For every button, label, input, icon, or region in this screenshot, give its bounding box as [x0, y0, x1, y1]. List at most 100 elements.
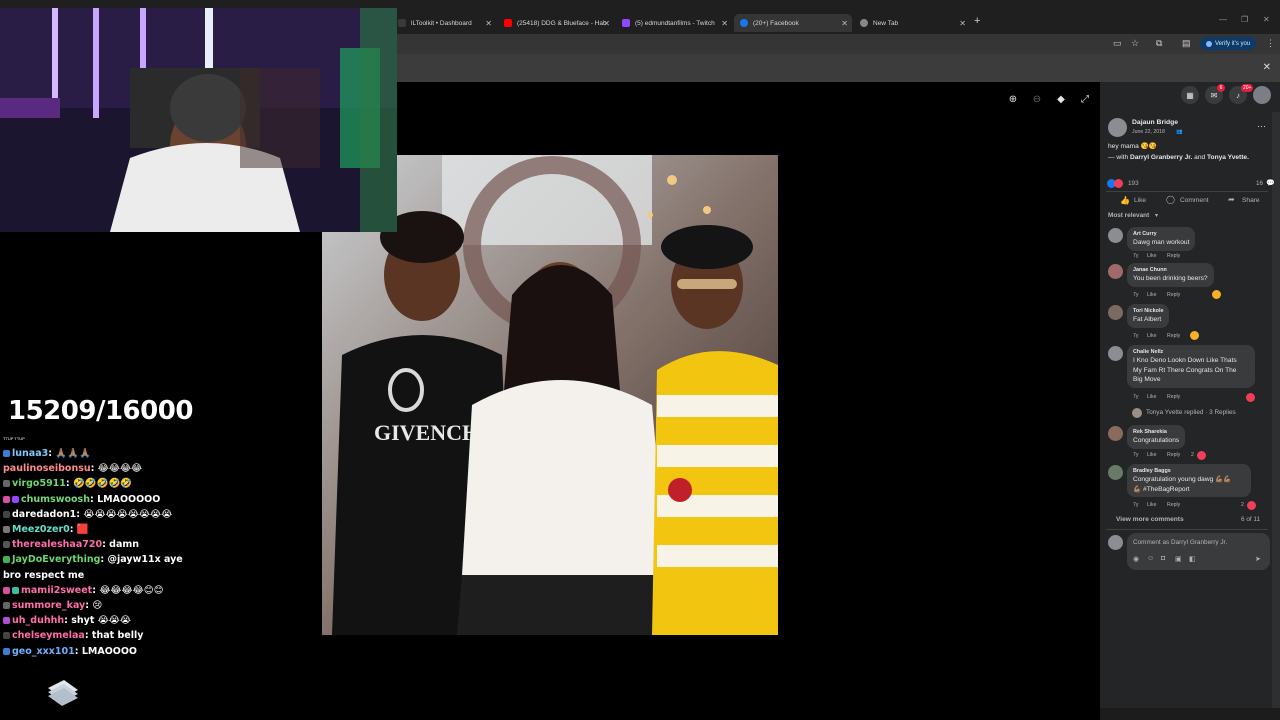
comment-bubble: Rek Sharekia Congratulations: [1127, 425, 1186, 449]
comment-age: 7y: [1133, 452, 1139, 458]
commenter-avatar[interactable]: [1108, 426, 1123, 441]
comment-reply[interactable]: Reply: [1167, 253, 1180, 259]
tab-twitch[interactable]: (5) edmundtanfilms - Twitch ✕: [616, 14, 732, 32]
extensions-icon[interactable]: ⧉: [1156, 38, 1162, 49]
tab-ltoolkit[interactable]: lLToolkit • Dashboard ✕: [392, 14, 496, 32]
replies-label: Tonya Yvette replied · 3 Replies: [1146, 409, 1236, 416]
send-icon[interactable]: ➤: [1255, 555, 1261, 563]
comment-like[interactable]: Like: [1147, 333, 1157, 339]
commenter-name[interactable]: Bradley Baggs: [1133, 467, 1245, 475]
profile-avatar[interactable]: [1253, 86, 1271, 104]
youtube-icon: [504, 19, 512, 27]
panel-scrollbar[interactable]: [1272, 112, 1280, 708]
gif-icon[interactable]: ▣: [1175, 555, 1182, 563]
chat-text: 🟥: [76, 524, 89, 536]
commenter-avatar[interactable]: [1108, 228, 1123, 243]
close-window-icon[interactable]: ✕: [1263, 15, 1270, 24]
chat-text: damn: [109, 539, 140, 551]
tab-facebook[interactable]: (20+) Facebook ✕: [734, 14, 852, 32]
maximize-icon[interactable]: ❐: [1241, 15, 1248, 24]
comment-reply[interactable]: Reply: [1167, 333, 1180, 339]
reaction-count[interactable]: 2: [1191, 452, 1194, 458]
comment-reply[interactable]: Reply: [1167, 452, 1180, 458]
tag-icon[interactable]: ◆: [1054, 92, 1068, 106]
reaction-count[interactable]: 2: [1241, 502, 1244, 508]
commenter-avatar[interactable]: [1108, 465, 1123, 480]
comment-text: Congratulations: [1133, 437, 1180, 444]
commenter-name[interactable]: Chalie Nellz: [1133, 348, 1249, 356]
close-tab-icon[interactable]: ✕: [603, 19, 610, 28]
post-text: hey mama 😘😘: [1108, 143, 1158, 150]
fullscreen-icon[interactable]: ⤢: [1078, 92, 1092, 106]
menu-kebab-icon[interactable]: ⋮: [1266, 38, 1275, 49]
comment-button[interactable]: ◯ Comment: [1166, 194, 1218, 207]
chat-text: 😭😭😭😭😭😭😭😭: [83, 508, 173, 520]
share-button[interactable]: ➦ Share: [1228, 194, 1268, 207]
author-avatar[interactable]: [1108, 118, 1127, 137]
view-more-comments-link[interactable]: View more comments: [1116, 516, 1184, 523]
zoom-out-icon[interactable]: ⊖: [1030, 92, 1044, 106]
comment-like[interactable]: Like: [1147, 502, 1157, 508]
comment-reply[interactable]: Reply: [1167, 502, 1180, 508]
close-tab-icon[interactable]: ✕: [959, 19, 966, 28]
post-date[interactable]: June 22, 2018: [1132, 129, 1165, 135]
comment-count[interactable]: 16: [1256, 180, 1263, 187]
zoom-in-icon[interactable]: ⊕: [1006, 92, 1020, 106]
sort-dropdown[interactable]: Most relevant ▾: [1108, 211, 1168, 222]
chat-text: 🤣🤣🤣🤣🤣: [73, 478, 133, 490]
menu-grid-icon[interactable]: ▦: [1181, 86, 1199, 104]
bookmark-star-icon[interactable]: ☆: [1131, 38, 1139, 49]
sub-badge-icon: [12, 495, 19, 503]
comment-like[interactable]: Like: [1147, 452, 1157, 458]
cast-icon[interactable]: ▭: [1113, 38, 1122, 49]
tab-new-tab[interactable]: New Tab ✕: [854, 14, 970, 32]
comment-reply[interactable]: Reply: [1167, 394, 1180, 400]
tab-youtube[interactable]: (25418) DDG & Blueface - Hab ✕: [498, 14, 614, 32]
comment-like[interactable]: Like: [1147, 292, 1157, 298]
close-tab-icon[interactable]: ✕: [721, 19, 728, 28]
commenter-name[interactable]: Rek Sharekia: [1133, 428, 1179, 436]
post-author[interactable]: Dajaun Bridge: [1132, 119, 1178, 126]
close-viewer-icon[interactable]: ✕: [1263, 62, 1271, 73]
chat-username: JayDoEverything: [12, 554, 101, 566]
sticker-icon[interactable]: ◧: [1189, 555, 1196, 563]
chat-badge-icon: [3, 602, 10, 610]
comment-composer[interactable]: Comment as Darryl Granberry Jr. ◉ ☺ ◘ ▣ …: [1127, 533, 1270, 570]
reaction-count[interactable]: 193: [1128, 180, 1139, 187]
chat-message: therealeshaa720: damn: [3, 537, 193, 552]
comment-like[interactable]: Like: [1147, 394, 1157, 400]
commenter-name[interactable]: Tori Nickole: [1133, 307, 1163, 315]
commenter-avatar[interactable]: [1108, 305, 1123, 320]
replier-avatar: [1132, 408, 1142, 418]
chevron-down-icon: ▾: [1155, 213, 1159, 219]
comment-text: Fat Albert: [1133, 316, 1162, 323]
commenter-name[interactable]: Janae Chunn: [1133, 266, 1208, 274]
avatar-sticker-icon[interactable]: ◉: [1133, 555, 1139, 563]
view-replies-link[interactable]: Tonya Yvette replied · 3 Replies: [1132, 408, 1268, 419]
commenter-avatar[interactable]: [1108, 346, 1123, 361]
chat-message: virgo5911: 🤣🤣🤣🤣🤣: [3, 476, 193, 491]
comments-pagination: 6 of 11: [1241, 516, 1261, 523]
emoji-icon[interactable]: ☺: [1147, 555, 1154, 562]
tag-tonya[interactable]: Tonya Yvette.: [1207, 154, 1249, 161]
camera-icon[interactable]: ◘: [1161, 555, 1165, 562]
google-account-icon: [1206, 40, 1212, 47]
minimize-icon[interactable]: —: [1219, 15, 1227, 24]
like-button[interactable]: 👍 Like: [1120, 194, 1160, 207]
chat-text: LMAOOOOO: [97, 493, 161, 505]
commenter-avatar[interactable]: [1108, 264, 1123, 279]
chat-message: lunaa3: 🙏🏽🙏🏽🙏🏽: [3, 446, 193, 461]
close-tab-icon[interactable]: ✕: [841, 19, 848, 28]
verify-button[interactable]: Verify it's you: [1200, 37, 1257, 50]
comment-like[interactable]: Like: [1147, 253, 1157, 259]
close-tab-icon[interactable]: ✕: [485, 19, 492, 28]
tag-darryl[interactable]: Darryl Granberry Jr.: [1130, 154, 1192, 161]
thumbs-up-icon: 👍: [1120, 196, 1130, 205]
new-tab-button[interactable]: +: [974, 15, 980, 27]
commenter-name[interactable]: Art Curry: [1133, 230, 1189, 238]
chat-username: Meez0zer0: [12, 524, 70, 536]
comment-reply[interactable]: Reply: [1167, 292, 1180, 298]
comment-text-line: Big Move: [1133, 376, 1161, 383]
post-options-icon[interactable]: ···: [1257, 121, 1266, 131]
sidebar-icon[interactable]: ▤: [1182, 38, 1191, 49]
